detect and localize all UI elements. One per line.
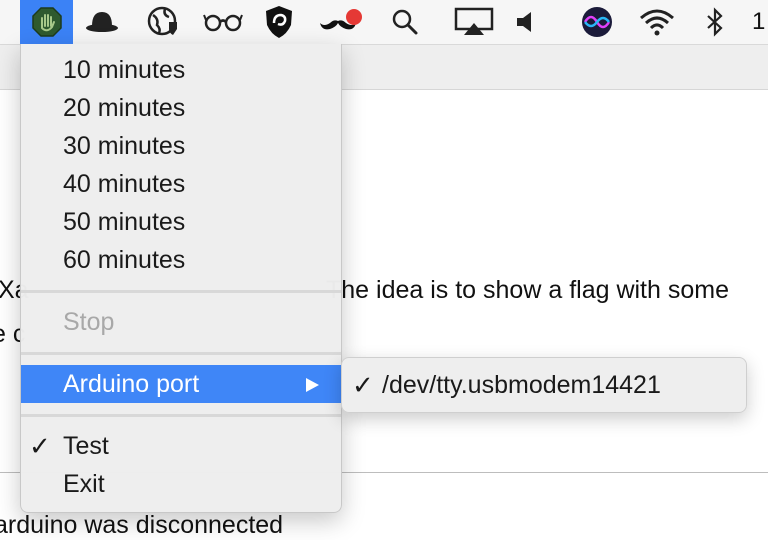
shield-swirl-icon	[265, 5, 293, 39]
menu-item-10-minutes[interactable]: 10 minutes	[21, 51, 341, 89]
menu-item-label: 50 minutes	[63, 208, 186, 236]
glasses-menu-extra[interactable]	[200, 0, 246, 44]
submenu-item-label: /dev/tty.usbmodem14421	[382, 371, 661, 399]
bluetooth-menu-extra[interactable]	[702, 0, 728, 44]
glasses-icon	[203, 11, 243, 33]
menu-item-label: 60 minutes	[63, 246, 186, 274]
menu-item-stop: Stop	[21, 303, 341, 341]
menubar-clock[interactable]: 1	[752, 0, 765, 44]
background-status-text: arduino was disconnected	[0, 511, 284, 539]
shield-swirl-menu-extra[interactable]	[262, 0, 296, 44]
submenu-arrow-icon	[306, 378, 319, 392]
volume-menu-extra[interactable]	[512, 0, 538, 44]
search-icon	[391, 8, 419, 36]
menu-item-label: 40 minutes	[63, 170, 186, 198]
airplay-icon	[454, 7, 494, 37]
checkmark-icon: ✓	[352, 370, 374, 400]
wifi-icon	[639, 8, 675, 36]
app-dropdown-menu: 10 minutes 20 minutes 30 minutes 40 minu…	[20, 44, 342, 513]
airplay-menu-extra[interactable]	[452, 0, 496, 44]
bowler-hat-icon	[84, 8, 120, 36]
menu-item-label: Stop	[63, 308, 115, 336]
menu-separator	[21, 414, 341, 417]
menu-item-50-minutes[interactable]: 50 minutes	[21, 203, 341, 241]
menu-item-label: 10 minutes	[63, 56, 186, 84]
bluetooth-icon	[705, 7, 725, 37]
menu-item-20-minutes[interactable]: 20 minutes	[21, 89, 341, 127]
menu-item-60-minutes[interactable]: 60 minutes	[21, 241, 341, 279]
globe-shield-menu-extra[interactable]	[144, 0, 184, 44]
mustache-icon	[316, 7, 364, 37]
hand-app-menu-extra[interactable]	[20, 0, 73, 44]
menu-item-label: Test	[63, 432, 109, 460]
menu-item-40-minutes[interactable]: 40 minutes	[21, 165, 341, 203]
menu-item-exit[interactable]: Exit	[21, 465, 341, 503]
mustache-menu-extra[interactable]	[314, 0, 366, 44]
menu-bar: 1	[0, 0, 768, 45]
menu-item-label: 30 minutes	[63, 132, 186, 160]
menu-item-test[interactable]: ✓ Test	[21, 427, 341, 465]
menu-separator	[21, 352, 341, 355]
globe-shield-icon	[147, 5, 181, 39]
menu-item-label: 20 minutes	[63, 94, 186, 122]
menu-item-label: Arduino port	[63, 370, 200, 398]
background-text-line: The idea is to show a flag with some	[326, 276, 729, 304]
submenu-item-port[interactable]: ✓ /dev/tty.usbmodem14421	[342, 358, 746, 412]
bowler-hat-menu-extra[interactable]	[80, 0, 124, 44]
volume-icon	[515, 10, 535, 34]
menu-item-30-minutes[interactable]: 30 minutes	[21, 127, 341, 165]
arduino-port-submenu: ✓ /dev/tty.usbmodem14421	[341, 357, 747, 413]
hand-icon	[31, 6, 63, 38]
siri-button[interactable]	[578, 0, 616, 44]
siri-icon	[581, 6, 613, 38]
menu-item-arduino-port[interactable]: Arduino port	[21, 365, 341, 403]
checkmark-icon: ✓	[29, 431, 51, 461]
wifi-menu-extra[interactable]	[636, 0, 678, 44]
menu-item-label: Exit	[63, 470, 105, 498]
spotlight-search-button[interactable]	[388, 0, 422, 44]
menu-separator	[21, 290, 341, 293]
